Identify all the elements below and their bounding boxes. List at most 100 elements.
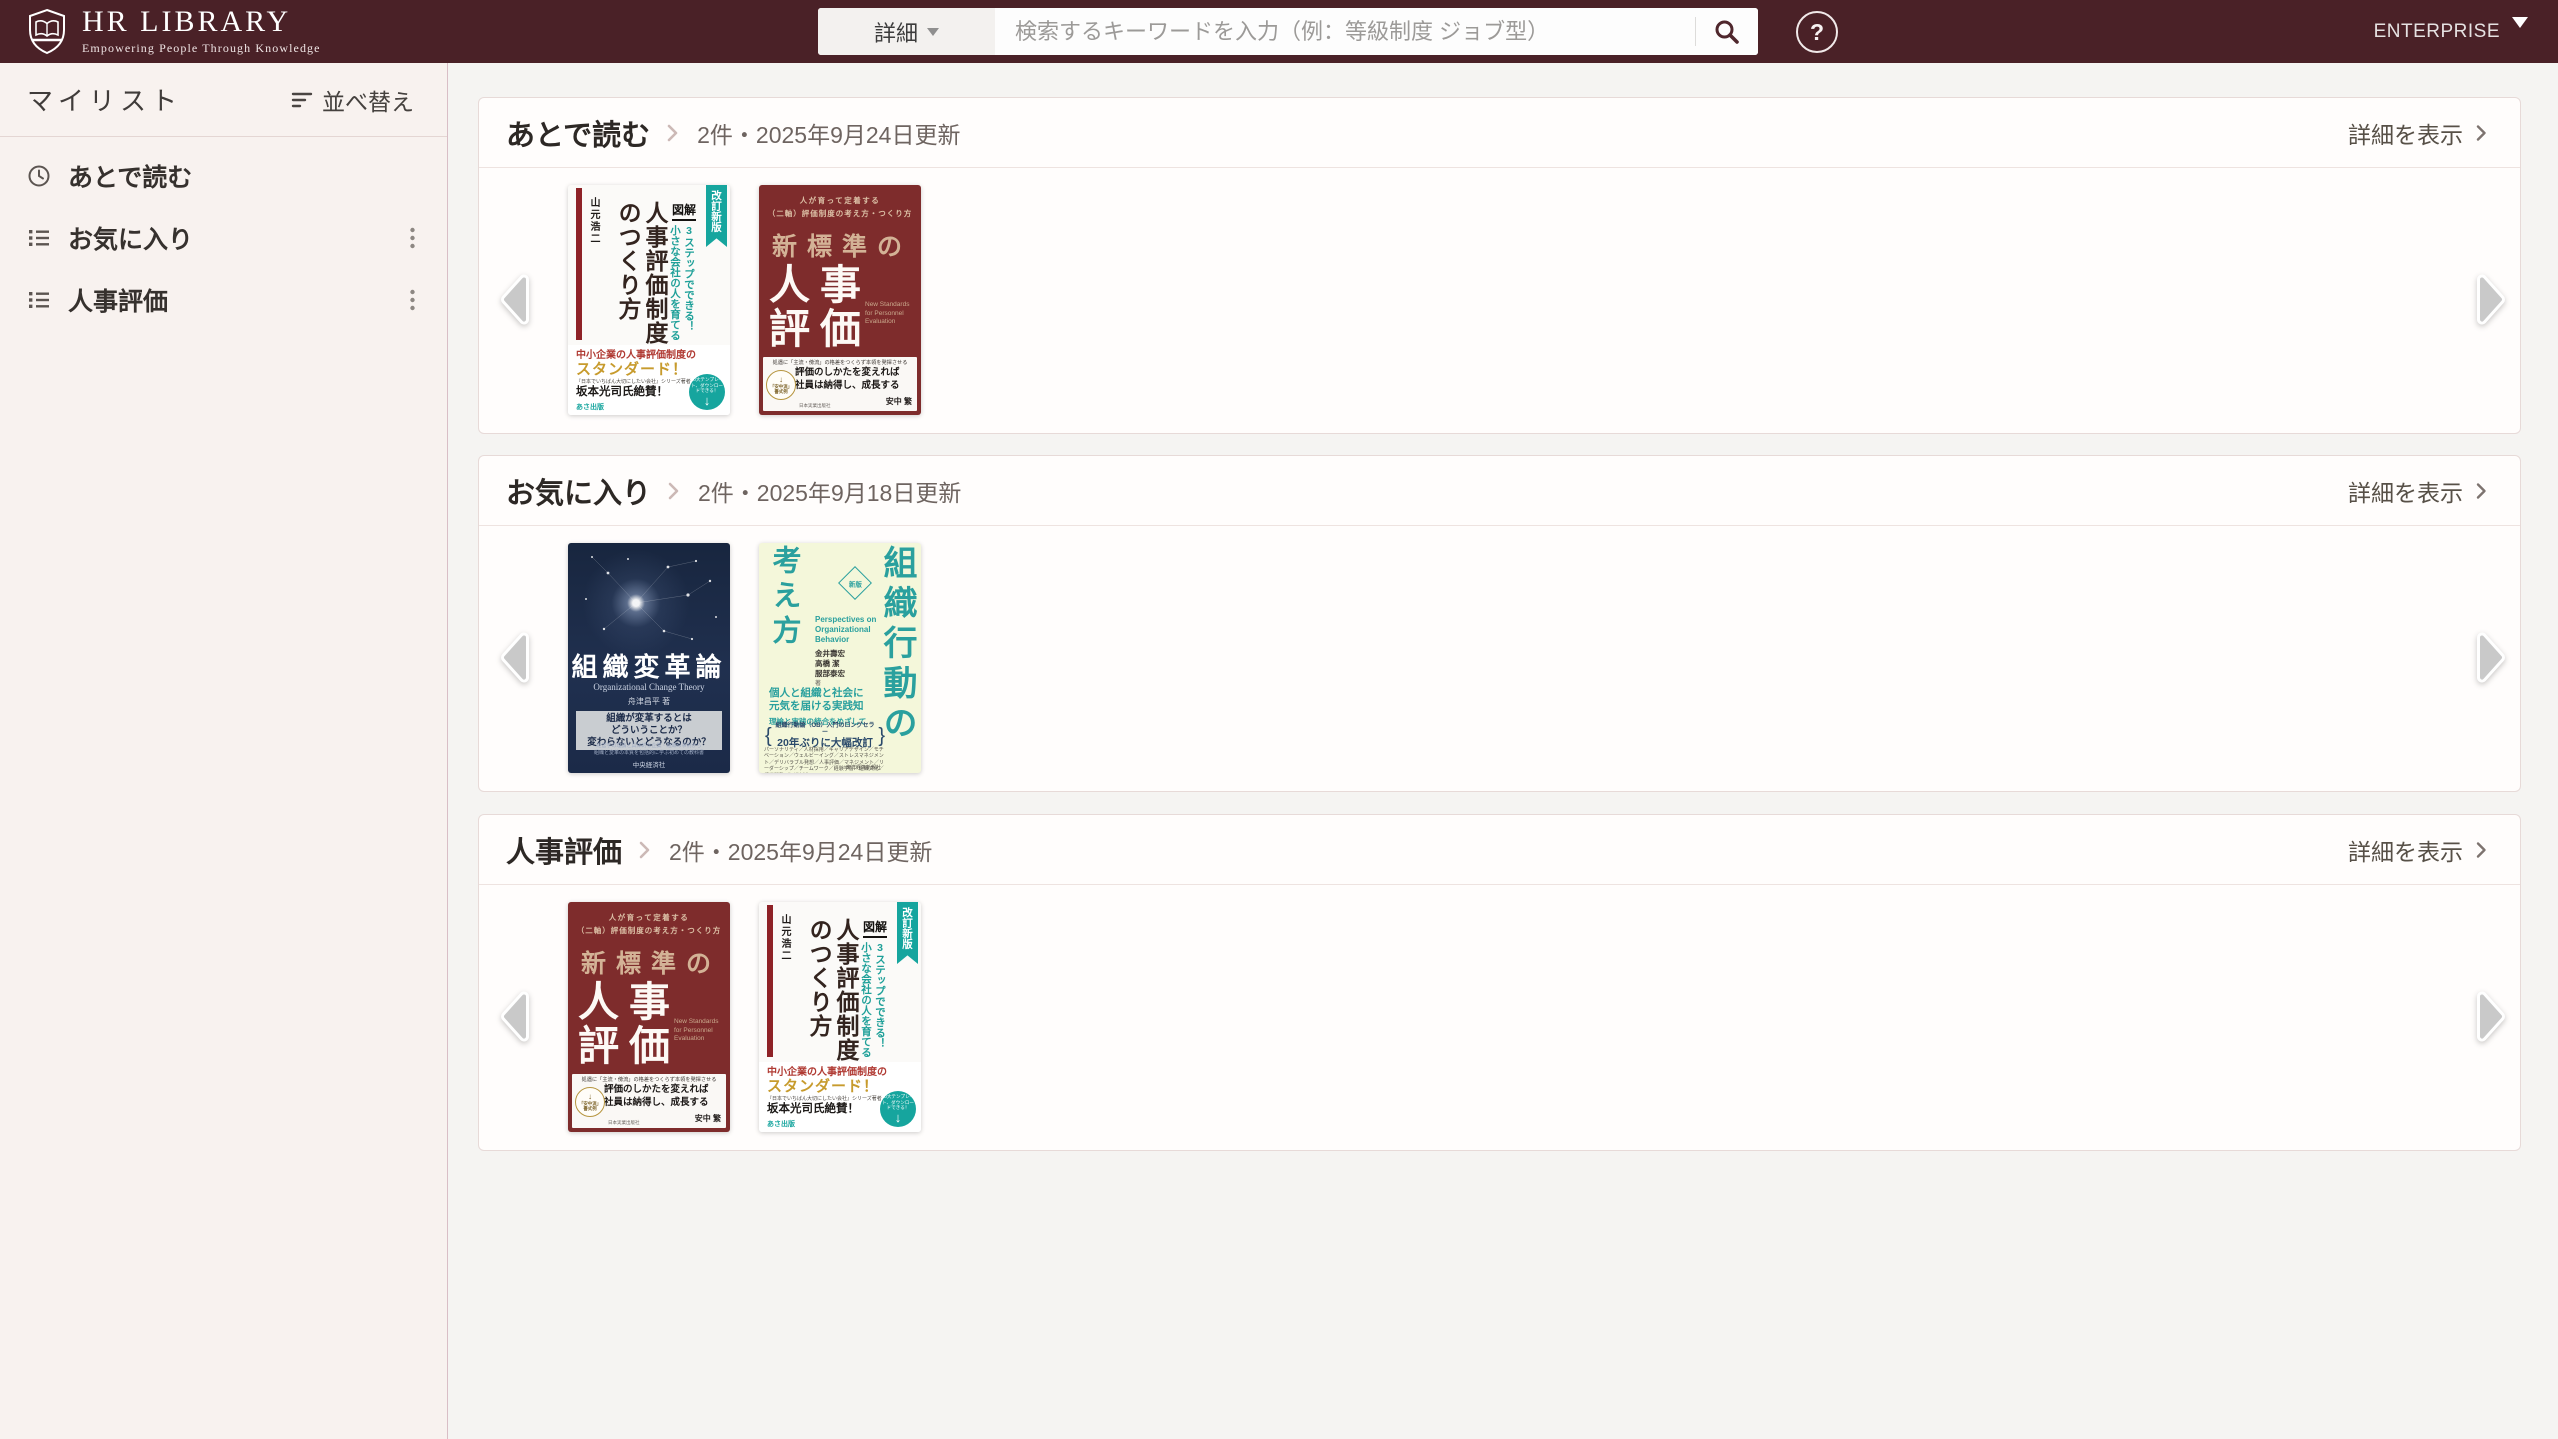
carousel-next-button[interactable]	[2474, 628, 2510, 689]
edition-badge: 新版	[838, 566, 872, 600]
clock-icon	[27, 164, 51, 188]
help-question-icon: ?	[1810, 19, 1824, 46]
format-badge: ↓ 「安中流」 書式例	[575, 1087, 605, 1117]
book-author: 安中 繁	[695, 1113, 721, 1124]
search-input[interactable]	[995, 8, 1695, 55]
plan-label: ENTERPRISE	[2374, 21, 2500, 43]
search-filter-dropdown[interactable]: 詳細	[818, 8, 995, 55]
search-button[interactable]	[1696, 8, 1758, 55]
book-label: 図解	[863, 918, 887, 938]
chevron-right-icon	[666, 123, 679, 143]
book-publisher: あさ出版	[767, 1119, 795, 1129]
book-publisher: あさ出版	[576, 402, 604, 412]
edition-ribbon: 改訂新版	[897, 902, 918, 964]
book-title-prefix: 新標準の	[772, 227, 912, 263]
carousel-next-button[interactable]	[2474, 270, 2510, 331]
kebab-menu-icon	[409, 288, 416, 312]
book-cover-jinji-hyoka-seido[interactable]: 山元浩二 人事評価制度のつくり方 図解 3ステップでできる！小さな会社の人を育て…	[568, 185, 730, 415]
cover-bottom-band: 中小企業の人事評価制度の スタンダード！ 『日本でいちばん大切にしたい会社』シリ…	[759, 1062, 921, 1132]
plan-selector[interactable]: ENTERPRISE	[2368, 0, 2534, 63]
sort-button[interactable]: 並べ替え	[285, 82, 420, 118]
cover-bottom-band: 中小企業の人事評価制度の スタンダード！ 『日本でいちばん大切にしたい会社』シリ…	[568, 345, 730, 415]
book-label: 図解	[672, 201, 696, 221]
carousel-next-button[interactable]	[2474, 987, 2510, 1048]
brand-subtitle: Empowering People Through Knowledge	[82, 41, 321, 56]
cover-accent-bar	[576, 188, 582, 340]
format-badge: ↓ 「安中流」 書式例	[766, 370, 796, 400]
show-details-link[interactable]: 詳細を表示	[2342, 115, 2493, 151]
search-filter-label: 詳細	[874, 16, 918, 48]
section-header: 人事評価 2件・2025年9月24日更新 詳細を表示	[479, 815, 2520, 885]
chevron-right-icon	[2475, 124, 2487, 142]
book-author: 舟津昌平 著	[568, 696, 730, 707]
sidebar-item-favorites[interactable]: お気に入り	[0, 207, 447, 269]
book-cover-shin-hyojun[interactable]: 人が育って定着する （二軸）評価制度の考え方・つくり方 新標準の 人事評価 Ne…	[759, 185, 921, 415]
sort-button-label: 並べ替え	[322, 83, 414, 117]
brand-logo[interactable]: HR LIBRARY Empowering People Through Kno…	[26, 0, 321, 63]
chevron-right-icon	[638, 840, 651, 860]
list-icon	[27, 226, 51, 250]
shield-book-logo-icon	[26, 8, 68, 56]
book-cover-soshiki-kodo[interactable]: 組織行動の 考え方 新版 Perspectives on Organizatio…	[759, 543, 921, 773]
section-header: お気に入り 2件・2025年9月18日更新 詳細を表示	[479, 456, 2520, 526]
list-icon	[27, 288, 51, 312]
show-details-link[interactable]: 詳細を表示	[2342, 832, 2493, 868]
hr-library-page: HR LIBRARY Empowering People Through Kno…	[0, 0, 2558, 1439]
item-menu-button[interactable]	[405, 284, 420, 316]
section-title: あとで読む	[506, 112, 650, 154]
show-details-link[interactable]: 詳細を表示	[2342, 473, 2493, 509]
chevron-down-icon	[2512, 17, 2528, 28]
carousel-prev-button[interactable]	[496, 628, 532, 689]
search-icon	[1713, 18, 1741, 46]
section-card-favorites: お気に入り 2件・2025年9月18日更新 詳細を表示	[478, 455, 2521, 792]
download-arrow-icon: ↓	[704, 394, 711, 407]
carousel-prev-button[interactable]	[496, 987, 532, 1048]
carousel-prev-button[interactable]	[496, 270, 532, 331]
section-meta: 2件・2025年9月18日更新	[698, 474, 961, 508]
download-arrow-icon: ↓	[895, 1111, 902, 1124]
kebab-menu-icon	[409, 226, 416, 250]
chevron-right-icon	[2475, 841, 2487, 859]
sidebar-item-read-later[interactable]: あとで読む	[0, 145, 447, 207]
book-subtitle: 3ステップでできる！小さな会社の人を育てる	[668, 225, 696, 341]
item-menu-button[interactable]	[405, 222, 420, 254]
sidebar-item-jinji-hyoka[interactable]: 人事評価	[0, 269, 447, 331]
book-author: 安中 繁	[886, 396, 912, 407]
cover-bottom-band: 処遇に「主流・傍流」の格差をつくらず本領を発揮させる 評価のしかたを変えれば 社…	[763, 357, 917, 411]
book-title-sub: 考え方	[763, 545, 805, 650]
sidebar-list: あとで読む お気に入り	[0, 137, 447, 331]
book-cover-shin-hyojun[interactable]: 人が育って定着する （二軸）評価制度の考え方・つくり方 新標準の 人事評価 Ne…	[568, 902, 730, 1132]
section-title: 人事評価	[506, 829, 622, 871]
book-author: 山元浩二	[586, 197, 601, 245]
sidebar-header: マイリスト 並べ替え	[0, 63, 447, 137]
cover-bottom-band: 処遇に「主流・傍流」の格差をつくらず本領を発揮させる 評価のしかたを変えれば 社…	[572, 1074, 726, 1128]
sort-icon	[291, 90, 313, 110]
carousel: 人が育って定着する （二軸）評価制度の考え方・つくり方 新標準の 人事評価 Ne…	[479, 885, 2520, 1150]
carousel: 組織変革論 Organizational Change Theory 舟津昌平 …	[479, 526, 2520, 791]
sidebar-item-label: あとで読む	[68, 158, 192, 194]
edition-ribbon: 改訂新版	[706, 185, 727, 247]
download-badge: 10大テンプレート、ダウンロードできる！ ↓	[689, 374, 725, 410]
book-title: 人事評価	[769, 263, 871, 351]
book-list: 山元浩二 人事評価制度のつくり方 図解 3ステップでできる！小さな会社の人を育て…	[568, 185, 921, 415]
app-header: HR LIBRARY Empowering People Through Kno…	[0, 0, 2558, 63]
chevron-down-icon	[927, 28, 939, 36]
carousel: 山元浩二 人事評価制度のつくり方 図解 3ステップでできる！小さな会社の人を育て…	[479, 168, 2520, 433]
section-meta: 2件・2025年9月24日更新	[697, 116, 960, 150]
book-publisher: 日本実業出版社	[799, 403, 831, 409]
book-title-prefix: 新標準の	[581, 944, 721, 980]
search-bar: 詳細	[818, 8, 1758, 55]
book-publisher: 日本実業出版社	[608, 1120, 640, 1126]
book-title: 人事評価制度のつくり方	[614, 201, 668, 351]
help-button[interactable]: ?	[1796, 11, 1838, 53]
chevron-right-icon	[2475, 482, 2487, 500]
book-cover-jinji-hyoka-seido[interactable]: 山元浩二 人事評価制度のつくり方 図解 3ステップでできる！小さな会社の人を育て…	[759, 902, 921, 1132]
book-title: 人事評価制度のつくり方	[805, 918, 859, 1068]
brand-text: HR LIBRARY Empowering People Through Kno…	[82, 7, 321, 56]
main-content: あとで読む 2件・2025年9月24日更新 詳細を表示	[448, 63, 2558, 1439]
book-authors: 金井壽宏 高橋 潔 服部泰宏 著	[815, 649, 845, 689]
chevron-right-icon	[667, 481, 680, 501]
book-cover-soshiki-henkaku[interactable]: 組織変革論 Organizational Change Theory 舟津昌平 …	[568, 543, 730, 773]
section-card-jinji-hyoka: 人事評価 2件・2025年9月24日更新 詳細を表示 人が育って定着する	[478, 814, 2521, 1151]
book-publisher: 中央経済社	[568, 759, 730, 769]
